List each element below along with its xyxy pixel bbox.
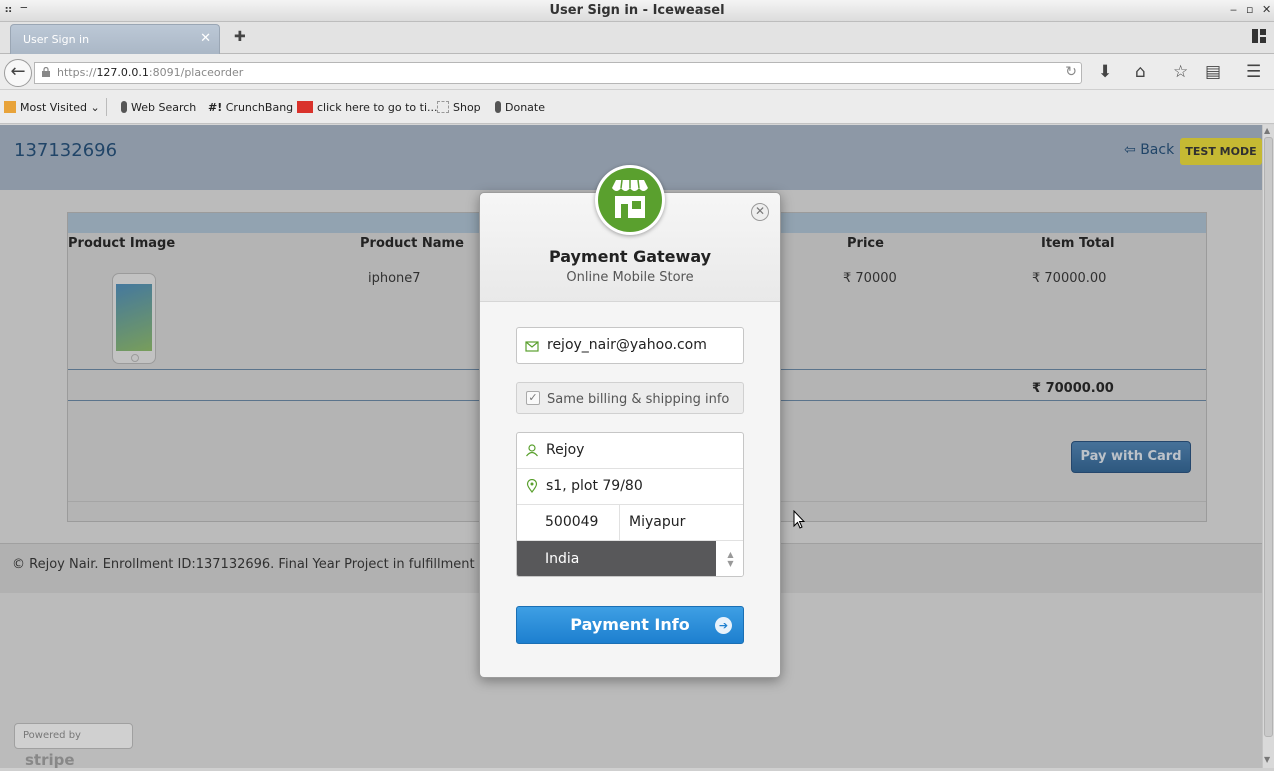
flame-icon xyxy=(121,101,127,113)
new-tab-icon[interactable]: ✚ xyxy=(234,29,246,45)
modal-subtitle: Online Mobile Store xyxy=(566,270,694,285)
user-icon xyxy=(526,444,538,457)
reload-icon[interactable]: ↻ xyxy=(1065,64,1077,80)
scroll-down-icon[interactable]: ▼ xyxy=(1264,755,1270,764)
window-title: User Sign in - Iceweasel xyxy=(549,3,725,18)
nav-bar: https://127.0.0.1:8091/placeorder ↻ ← xyxy=(0,54,1274,90)
name-field[interactable]: Rejoy xyxy=(517,433,743,469)
name-value: Rejoy xyxy=(546,442,585,458)
modal-close-button[interactable]: ✕ xyxy=(751,203,769,221)
flame-icon xyxy=(495,101,501,113)
payment-modal: Payment Gateway Online Mobile Store ✕ re… xyxy=(479,165,781,678)
email-field[interactable]: rejoy_nair@yahoo.com xyxy=(516,327,744,364)
zip-field[interactable]: 500049 xyxy=(517,505,620,541)
url-bar[interactable]: https://127.0.0.1:8091/placeorder ↻ xyxy=(34,62,1082,84)
bookmarks-toolbar: Most Visited ⌄ Web Search #! CrunchBang … xyxy=(0,90,1274,124)
download-icon[interactable]: ⬇ xyxy=(1098,62,1112,82)
url-text: https://127.0.0.1:8091/placeorder xyxy=(57,66,244,79)
same-billing-row[interactable]: ✓ Same billing & shipping info xyxy=(516,382,744,414)
page-scrollbar[interactable]: ▲ ▼ xyxy=(1262,125,1274,768)
email-value: rejoy_nair@yahoo.com xyxy=(547,337,707,353)
close-icon: ✕ xyxy=(754,204,766,218)
payment-info-button[interactable]: Payment Info ➔ xyxy=(516,606,744,644)
select-arrows-icon[interactable]: ▲ ▼ xyxy=(716,541,743,576)
bookmark-shop[interactable]: Shop xyxy=(437,101,481,114)
powered-by-stripe[interactable]: Powered by stripe xyxy=(14,723,133,768)
page-icon xyxy=(437,101,449,113)
menu-icon[interactable]: ☰ xyxy=(1246,62,1261,82)
most-visited-icon xyxy=(4,101,16,113)
tab-groups-icon[interactable] xyxy=(1252,29,1266,43)
close-window-icon[interactable]: ✕ xyxy=(1262,3,1271,16)
tab-title: User Sign in xyxy=(23,33,90,46)
reading-list-icon[interactable]: ▤ xyxy=(1205,62,1221,82)
tab-bar: User Sign in ✕ ✚ xyxy=(0,22,1274,54)
arrow-right-icon: ➔ xyxy=(715,617,732,634)
tab-close-icon[interactable]: ✕ xyxy=(200,31,211,46)
home-icon[interactable]: ⌂ xyxy=(1135,62,1146,82)
back-button[interactable]: ← xyxy=(4,59,32,87)
tab-user-sign-in[interactable]: User Sign in ✕ xyxy=(10,24,220,54)
bookmark-crunchbang[interactable]: #! CrunchBang xyxy=(208,101,293,114)
same-billing-checkbox[interactable]: ✓ xyxy=(526,391,540,405)
address-value: s1, plot 79/80 xyxy=(546,478,643,494)
maximize-icon[interactable]: ▫ xyxy=(1246,3,1253,16)
envelope-icon xyxy=(525,341,539,352)
back-arrow-icon: ← xyxy=(10,61,26,82)
address-form: Rejoy s1, plot 79/80 500049 Miyapur Indi… xyxy=(516,432,744,577)
modal-title: Payment Gateway xyxy=(548,247,712,266)
crunchbang-icon: #! xyxy=(208,101,223,114)
bookmark-donate[interactable]: Donate xyxy=(495,101,545,114)
minimize-icon[interactable]: ‒ xyxy=(1230,3,1237,16)
city-value: Miyapur xyxy=(629,514,686,530)
city-field[interactable]: Miyapur xyxy=(620,505,743,541)
store-logo xyxy=(595,165,665,235)
window-titlebar: ⠶ ‒ User Sign in - Iceweasel ‒ ▫ ✕ xyxy=(0,0,1274,22)
zip-value: 500049 xyxy=(545,514,599,530)
lock-icon xyxy=(42,67,50,77)
store-icon xyxy=(612,179,648,218)
bookmark-separator xyxy=(106,98,107,116)
bookmark-most-visited[interactable]: Most Visited ⌄ xyxy=(4,101,100,114)
mouse-cursor-icon xyxy=(793,510,805,529)
bookmark-toi[interactable]: click here to go to ti... xyxy=(297,101,438,114)
address-field[interactable]: s1, plot 79/80 xyxy=(517,469,743,505)
scroll-up-icon[interactable]: ▲ xyxy=(1264,126,1270,135)
location-pin-icon xyxy=(526,479,538,493)
bookmark-web-search[interactable]: Web Search xyxy=(121,101,196,114)
scrollbar-thumb[interactable] xyxy=(1264,137,1273,737)
same-billing-label: Same billing & shipping info xyxy=(547,392,730,407)
bookmark-star-icon[interactable]: ☆ xyxy=(1173,62,1188,82)
country-value: India xyxy=(545,551,580,567)
country-select[interactable]: India xyxy=(517,541,716,576)
toi-icon xyxy=(297,101,313,113)
